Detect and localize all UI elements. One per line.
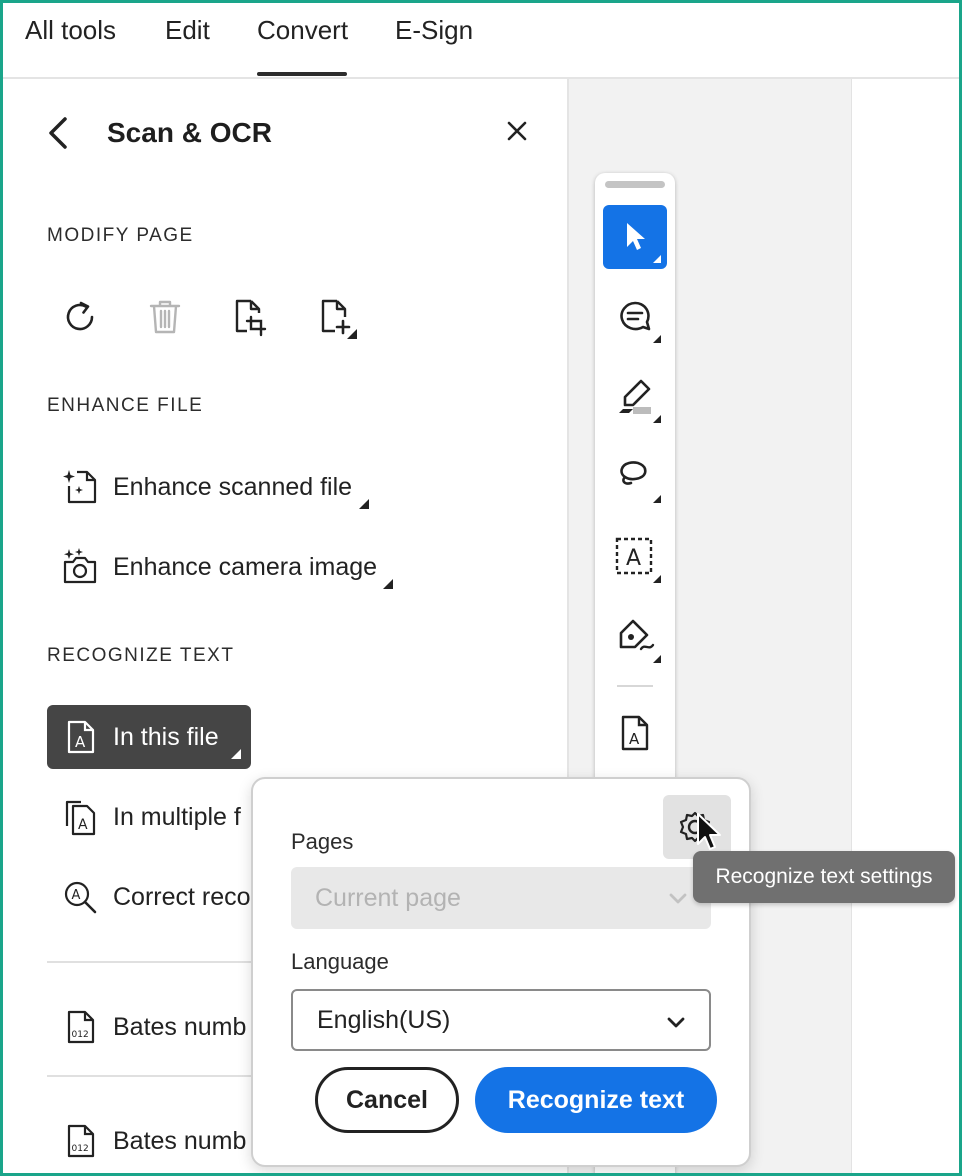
ocr-tool-button[interactable]: A (603, 701, 667, 765)
active-tab-indicator (257, 72, 347, 76)
correct-recognized-text-label: Correct reco (113, 882, 251, 911)
recognize-text-popover: Pages Current page Language English(US) … (251, 777, 751, 1167)
svg-text:A: A (78, 817, 88, 833)
correct-text-icon: A (64, 881, 97, 914)
ocr-file-icon: A (67, 720, 95, 754)
in-this-file-label: In this file (113, 722, 219, 751)
in-multiple-files-item[interactable]: A In multiple f (61, 795, 241, 839)
crop-page-icon[interactable] (227, 295, 271, 339)
toolbar-separator (617, 685, 653, 687)
chevron-down-icon (669, 893, 687, 904)
sign-tool-button[interactable] (603, 605, 667, 669)
add-page-icon[interactable] (313, 295, 357, 339)
pages-label: Pages (291, 829, 354, 854)
svg-text:A: A (75, 733, 86, 751)
chevron-down-icon (667, 1017, 685, 1028)
enhance-scanned-file-label: Enhance scanned file (113, 472, 353, 501)
panel-title: Scan & OCR (107, 117, 272, 148)
select-arrow-icon (627, 223, 661, 263)
cancel-button[interactable]: Cancel (315, 1067, 459, 1133)
svg-text:A: A (629, 730, 640, 748)
section-enhance-file: ENHANCE FILE (47, 395, 204, 416)
language-select[interactable]: English(US) (291, 989, 711, 1051)
mouse-cursor-icon (697, 813, 721, 850)
tooltip-text: Recognize text settings (715, 865, 933, 888)
pages-select-value: Current page (315, 883, 461, 912)
bates-numbering-label: Bates numb (113, 1012, 247, 1041)
ocr-multiple-icon: A (65, 800, 96, 836)
enhance-scan-icon (63, 470, 97, 504)
recognize-text-button[interactable]: Recognize text (475, 1067, 717, 1133)
svg-text:A: A (72, 888, 81, 903)
back-arrow-icon[interactable] (43, 115, 73, 151)
ocr-doc-icon: A (621, 715, 649, 751)
svg-text:012: 012 (72, 1030, 89, 1040)
settings-tooltip: Recognize text settings (693, 851, 955, 903)
text-box-tool-button[interactable]: A (603, 525, 667, 589)
app-window: All tools Edit Convert E-Sign Scan & OCR… (0, 0, 962, 1176)
bates-numbering-item[interactable]: 012 Bates numb (61, 1005, 246, 1049)
svg-text:A: A (626, 546, 641, 571)
enhance-camera-image-item[interactable]: Enhance camera image (61, 545, 377, 589)
tab-e-sign[interactable]: E-Sign (395, 15, 473, 46)
language-label: Language (291, 949, 389, 974)
close-icon[interactable] (503, 117, 531, 145)
enhance-camera-image-label: Enhance camera image (113, 552, 378, 581)
svg-text:012: 012 (72, 1144, 89, 1154)
section-recognize-text: RECOGNIZE TEXT (47, 645, 235, 666)
submenu-indicator-icon (359, 499, 369, 509)
tab-convert[interactable]: Convert (257, 15, 348, 46)
tab-edit[interactable]: Edit (165, 15, 210, 46)
select-tool-button[interactable] (603, 205, 667, 269)
divider (47, 1075, 251, 1077)
divider (47, 961, 251, 963)
bates-numbering-label: Bates numb (113, 1126, 247, 1155)
document-page (851, 79, 959, 1173)
bates-icon: 012 (67, 1010, 95, 1044)
tab-all-tools[interactable]: All tools (25, 15, 116, 46)
bates-numbering-item[interactable]: 012 Bates numb (61, 1119, 246, 1163)
highlight-tool-button[interactable] (603, 365, 667, 429)
signature-pen-icon (619, 619, 661, 663)
comment-tool-button[interactable] (603, 285, 667, 349)
top-tab-bar: All tools Edit Convert E-Sign (3, 3, 959, 79)
lasso-tool-button[interactable] (603, 445, 667, 509)
section-modify-page: MODIFY PAGE (47, 225, 194, 246)
in-this-file-item[interactable]: A In this file (61, 715, 219, 759)
highlighter-icon (619, 379, 661, 423)
submenu-indicator-icon (383, 579, 393, 589)
enhance-camera-icon (63, 548, 97, 584)
in-multiple-files-label: In multiple f (113, 802, 241, 831)
submenu-indicator-icon (231, 749, 241, 759)
lasso-icon (620, 461, 661, 503)
comment-icon (620, 301, 661, 343)
pages-select: Current page (291, 867, 711, 929)
text-recognition-icon: A (615, 537, 661, 583)
language-select-value: English(US) (317, 1005, 451, 1034)
trash-icon[interactable] (143, 295, 187, 339)
correct-recognized-text-item[interactable]: A Correct reco (61, 875, 251, 919)
bates-icon: 012 (67, 1124, 95, 1158)
toolbar-drag-handle[interactable] (605, 181, 665, 188)
enhance-scanned-file-item[interactable]: Enhance scanned file (61, 465, 352, 509)
rotate-icon[interactable] (59, 295, 103, 339)
